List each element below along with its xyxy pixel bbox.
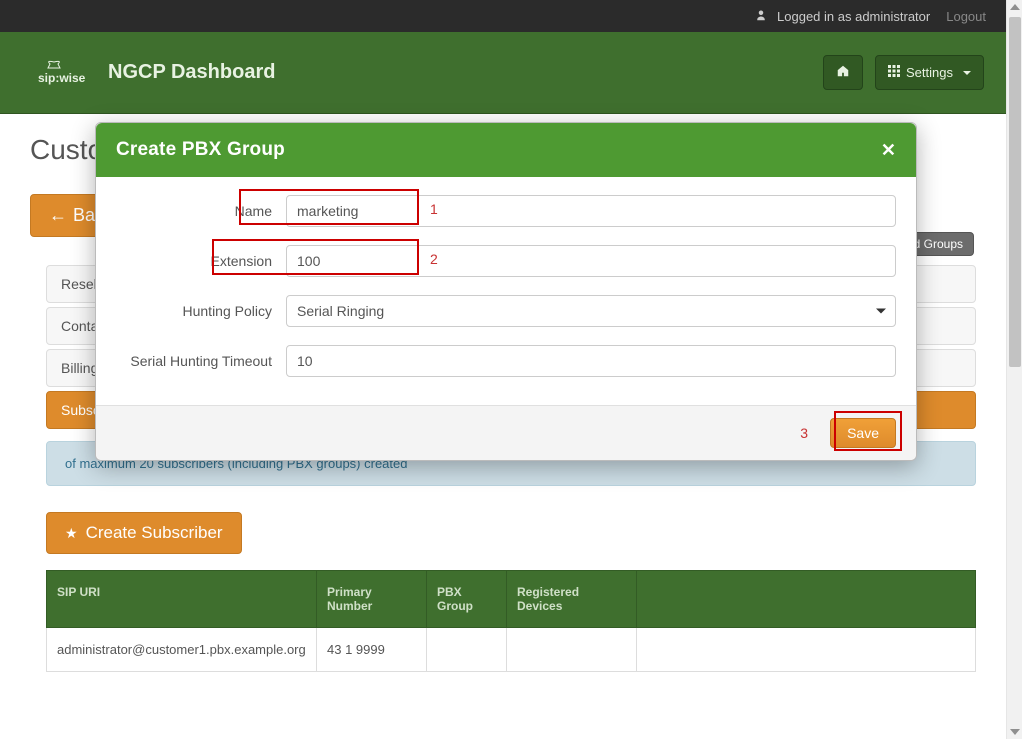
arrow-left-icon: ← bbox=[49, 205, 67, 226]
create-subscriber-label: Create Subscriber bbox=[86, 523, 223, 543]
svg-text:sip:wise: sip:wise bbox=[38, 71, 86, 85]
col-pbx-group[interactable]: PBX Group bbox=[427, 571, 507, 628]
main-header: sip:wise NGCP Dashboard Settings bbox=[0, 32, 1022, 114]
table-header-row: SIP URI Primary Number PBX Group Registe… bbox=[47, 571, 976, 628]
user-icon bbox=[755, 9, 771, 24]
cell-sip-uri: administrator@customer1.pbx.example.org bbox=[47, 628, 317, 672]
top-bar: Logged in as administrator Logout bbox=[0, 0, 1022, 32]
form-row-hunting-policy: Hunting Policy Serial Ringing bbox=[116, 295, 896, 327]
logged-in-user: Logged in as administrator bbox=[755, 9, 930, 24]
annotation-2: 2 bbox=[430, 251, 438, 267]
home-icon bbox=[836, 64, 850, 81]
extension-label: Extension bbox=[116, 253, 286, 269]
cell-actions bbox=[637, 628, 976, 672]
serial-hunting-timeout-input[interactable] bbox=[286, 345, 896, 377]
modal-body: Name 1 Extension 2 Hunting Policy Serial… bbox=[96, 177, 916, 405]
name-input[interactable] bbox=[286, 195, 896, 227]
form-row-extension: Extension 2 bbox=[116, 245, 896, 277]
col-primary-number[interactable]: Primary Number bbox=[317, 571, 427, 628]
star-icon: ★ bbox=[65, 525, 78, 542]
modal-footer: 3 Save bbox=[96, 405, 916, 460]
modal-header: Create PBX Group ✕ bbox=[96, 123, 916, 177]
close-icon[interactable]: ✕ bbox=[881, 140, 896, 161]
chevron-down-icon bbox=[963, 71, 971, 75]
hunting-policy-select[interactable]: Serial Ringing bbox=[286, 295, 896, 327]
logout-link[interactable]: Logout bbox=[946, 9, 986, 24]
col-actions bbox=[637, 571, 976, 628]
subscribers-table: SIP URI Primary Number PBX Group Registe… bbox=[46, 570, 976, 672]
cell-registered-devices bbox=[507, 628, 637, 672]
table-row[interactable]: administrator@customer1.pbx.example.org … bbox=[47, 628, 976, 672]
form-row-name: Name 1 bbox=[116, 195, 896, 227]
settings-dropdown[interactable]: Settings bbox=[875, 55, 984, 90]
settings-label: Settings bbox=[906, 65, 953, 80]
create-subscriber-button[interactable]: ★ Create Subscriber bbox=[46, 512, 242, 554]
brand: sip:wise NGCP Dashboard bbox=[38, 58, 275, 88]
create-pbx-group-modal: Create PBX Group ✕ Name 1 Extension 2 Hu… bbox=[95, 122, 917, 461]
brand-title: NGCP Dashboard bbox=[108, 61, 275, 84]
header-actions: Settings bbox=[823, 55, 984, 90]
name-label: Name bbox=[116, 203, 286, 219]
sipwise-logo: sip:wise bbox=[38, 58, 98, 88]
cell-primary-number: 43 1 9999 bbox=[317, 628, 427, 672]
col-registered-devices[interactable]: Registered Devices bbox=[507, 571, 637, 628]
logged-in-text: Logged in as administrator bbox=[777, 9, 930, 24]
cell-pbx-group bbox=[427, 628, 507, 672]
scrollbar-thumb[interactable] bbox=[1009, 17, 1021, 367]
grid-icon bbox=[888, 65, 900, 80]
col-sip-uri[interactable]: SIP URI bbox=[47, 571, 317, 628]
extension-input[interactable] bbox=[286, 245, 896, 277]
annotation-3: 3 bbox=[800, 425, 808, 441]
hunting-policy-label: Hunting Policy bbox=[116, 303, 286, 319]
modal-title: Create PBX Group bbox=[116, 139, 285, 161]
home-button[interactable] bbox=[823, 55, 863, 90]
serial-hunting-timeout-label: Serial Hunting Timeout bbox=[116, 353, 286, 369]
vertical-scrollbar[interactable] bbox=[1006, 0, 1022, 739]
save-button[interactable]: Save bbox=[830, 418, 896, 448]
form-row-serial-hunting-timeout: Serial Hunting Timeout bbox=[116, 345, 896, 377]
annotation-1: 1 bbox=[430, 201, 438, 217]
